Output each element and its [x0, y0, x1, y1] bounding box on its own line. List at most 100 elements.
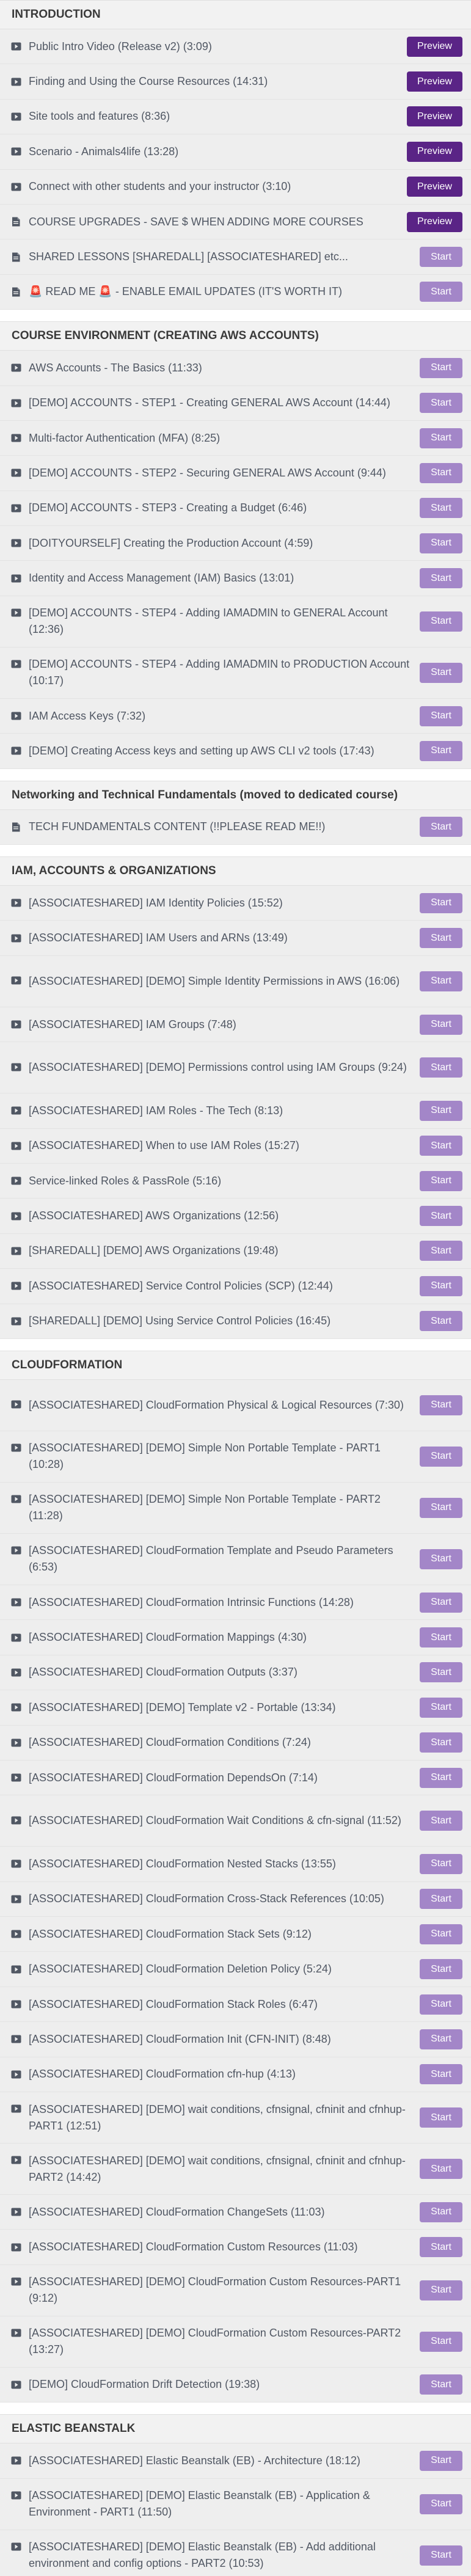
start-button[interactable]: Start: [420, 1136, 462, 1156]
lecture-item[interactable]: [ASSOCIATESHARED] CloudFormation Init (C…: [0, 2022, 471, 2057]
start-button[interactable]: Start: [420, 533, 462, 553]
start-button[interactable]: Start: [420, 611, 462, 632]
lecture-item[interactable]: Scenario - Animals4life (13:28) Preview: [0, 134, 471, 170]
start-button[interactable]: Start: [420, 2494, 462, 2514]
lecture-item[interactable]: [ASSOCIATESHARED] [DEMO] Template v2 - P…: [0, 1690, 471, 1726]
start-button[interactable]: Start: [420, 498, 462, 519]
start-button[interactable]: Start: [420, 1057, 462, 1078]
start-button[interactable]: Start: [420, 1100, 462, 1121]
start-button[interactable]: Start: [420, 928, 462, 949]
start-button[interactable]: Start: [420, 1592, 462, 1613]
lecture-item[interactable]: TECH FUNDAMENTALS CONTENT (!!PLEASE READ…: [0, 810, 471, 845]
lecture-item[interactable]: 🚨 READ ME 🚨 - ENABLE EMAIL UPDATES (IT'S…: [0, 275, 471, 310]
lecture-item[interactable]: Multi-factor Authentication (MFA) (8:25)…: [0, 421, 471, 456]
lecture-item[interactable]: [ASSOCIATESHARED] [DEMO] wait conditions…: [0, 2144, 471, 2195]
start-button[interactable]: Start: [420, 2374, 462, 2395]
lecture-item[interactable]: [ASSOCIATESHARED] IAM Users and ARNs (13…: [0, 921, 471, 956]
start-button[interactable]: Start: [420, 1627, 462, 1648]
start-button[interactable]: Start: [420, 1497, 462, 1518]
start-button[interactable]: Start: [420, 1732, 462, 1753]
lecture-item[interactable]: [ASSOCIATESHARED] CloudFormation Cross-S…: [0, 1882, 471, 1917]
start-button[interactable]: Start: [420, 1889, 462, 1910]
start-button[interactable]: Start: [420, 1206, 462, 1227]
lecture-item[interactable]: [ASSOCIATESHARED] CloudFormation Custom …: [0, 2230, 471, 2265]
lecture-item[interactable]: [ASSOCIATESHARED] CloudFormation Nested …: [0, 1847, 471, 1882]
start-button[interactable]: Start: [420, 282, 462, 302]
start-button[interactable]: Start: [420, 1697, 462, 1718]
lecture-item[interactable]: [ASSOCIATESHARED] [DEMO] Simple Identity…: [0, 956, 471, 1007]
start-button[interactable]: Start: [420, 247, 462, 268]
lecture-item[interactable]: [ASSOCIATESHARED] CloudFormation ChangeS…: [0, 2195, 471, 2230]
start-button[interactable]: Start: [420, 2159, 462, 2180]
lecture-item[interactable]: [DEMO] ACCOUNTS - STEP1 - Creating GENER…: [0, 386, 471, 421]
start-button[interactable]: Start: [420, 357, 462, 378]
lecture-item[interactable]: [ASSOCIATESHARED] CloudFormation Intrins…: [0, 1585, 471, 1621]
preview-button[interactable]: Preview: [407, 211, 462, 232]
start-button[interactable]: Start: [420, 1549, 462, 1569]
start-button[interactable]: Start: [420, 2202, 462, 2222]
lecture-item[interactable]: [ASSOCIATESHARED] CloudFormation Depends…: [0, 1761, 471, 1796]
start-button[interactable]: Start: [420, 2331, 462, 2352]
lecture-item[interactable]: [ASSOCIATESHARED] IAM Groups (7:48) Start: [0, 1007, 471, 1043]
lecture-item[interactable]: [ASSOCIATESHARED] CloudFormation Physica…: [0, 1380, 471, 1431]
lecture-item[interactable]: [ASSOCIATESHARED] IAM Roles - The Tech (…: [0, 1093, 471, 1129]
start-button[interactable]: Start: [420, 568, 462, 589]
lecture-item[interactable]: Site tools and features (8:36) Preview: [0, 100, 471, 135]
preview-button[interactable]: Preview: [407, 71, 462, 92]
lecture-item[interactable]: [SHAREDALL] [DEMO] Using Service Control…: [0, 1304, 471, 1339]
lecture-item[interactable]: [ASSOCIATESHARED] CloudFormation Stack R…: [0, 1987, 471, 2023]
start-button[interactable]: Start: [420, 971, 462, 991]
lecture-item[interactable]: Identity and Access Management (IAM) Bas…: [0, 561, 471, 596]
start-button[interactable]: Start: [420, 1395, 462, 1415]
start-button[interactable]: Start: [420, 1446, 462, 1467]
preview-button[interactable]: Preview: [407, 177, 462, 197]
lecture-item[interactable]: [ASSOCIATESHARED] CloudFormation Stack S…: [0, 1917, 471, 1952]
lecture-item[interactable]: [ASSOCIATESHARED] [DEMO] Elastic Beansta…: [0, 2530, 471, 2576]
start-button[interactable]: Start: [420, 2545, 462, 2566]
lecture-item[interactable]: [ASSOCIATESHARED] CloudFormation Templat…: [0, 1534, 471, 1585]
lecture-item[interactable]: [ASSOCIATESHARED] CloudFormation Wait Co…: [0, 1795, 471, 1847]
start-button[interactable]: Start: [420, 2029, 462, 2049]
start-button[interactable]: Start: [420, 817, 462, 837]
lecture-item[interactable]: AWS Accounts - The Basics (11:33) Start: [0, 351, 471, 386]
lecture-item[interactable]: SHARED LESSONS [SHAREDALL] [ASSOCIATESHA…: [0, 239, 471, 275]
lecture-item[interactable]: [ASSOCIATESHARED] CloudFormation Outputs…: [0, 1655, 471, 1691]
lecture-item[interactable]: [DEMO] ACCOUNTS - STEP2 - Securing GENER…: [0, 456, 471, 491]
lecture-item[interactable]: [ASSOCIATESHARED] [DEMO] Permissions con…: [0, 1042, 471, 1094]
start-button[interactable]: Start: [420, 1811, 462, 1831]
start-button[interactable]: Start: [420, 662, 462, 683]
start-button[interactable]: Start: [420, 393, 462, 414]
lecture-item[interactable]: [ASSOCIATESHARED] [DEMO] Elastic Beansta…: [0, 2479, 471, 2530]
start-button[interactable]: Start: [420, 1959, 462, 1980]
lecture-item[interactable]: IAM Access Keys (7:32) Start: [0, 699, 471, 734]
start-button[interactable]: Start: [420, 1924, 462, 1944]
lecture-item[interactable]: [SHAREDALL] [DEMO] AWS Organizations (19…: [0, 1234, 471, 1269]
start-button[interactable]: Start: [420, 1662, 462, 1683]
lecture-item[interactable]: Finding and Using the Course Resources (…: [0, 64, 471, 100]
preview-button[interactable]: Preview: [407, 36, 462, 57]
lecture-item[interactable]: COURSE UPGRADES - SAVE $ WHEN ADDING MOR…: [0, 205, 471, 240]
start-button[interactable]: Start: [420, 1275, 462, 1296]
start-button[interactable]: Start: [420, 1994, 462, 2015]
start-button[interactable]: Start: [420, 1767, 462, 1788]
lecture-item[interactable]: [ASSOCIATESHARED] [DEMO] wait conditions…: [0, 2092, 471, 2144]
lecture-item[interactable]: [ASSOCIATESHARED] [DEMO] Simple Non Port…: [0, 1483, 471, 1534]
lecture-item[interactable]: Service-linked Roles & PassRole (5:16) St…: [0, 1164, 471, 1199]
start-button[interactable]: Start: [420, 892, 462, 913]
start-button[interactable]: Start: [420, 1170, 462, 1191]
lecture-item[interactable]: [DEMO] ACCOUNTS - STEP4 - Adding IAMADMI…: [0, 596, 471, 648]
lecture-item[interactable]: [ASSOCIATESHARED] CloudFormation Deletio…: [0, 1952, 471, 1987]
start-button[interactable]: Start: [420, 1014, 462, 1035]
lecture-item[interactable]: [ASSOCIATESHARED] Service Control Polici…: [0, 1269, 471, 1304]
preview-button[interactable]: Preview: [407, 106, 462, 127]
start-button[interactable]: Start: [420, 1853, 462, 1874]
lecture-item[interactable]: Connect with other students and your ins…: [0, 170, 471, 205]
lecture-item[interactable]: [ASSOCIATESHARED] [DEMO] CloudFormation …: [0, 2265, 471, 2316]
lecture-item[interactable]: [ASSOCIATESHARED] [DEMO] Simple Non Port…: [0, 1431, 471, 1483]
start-button[interactable]: Start: [420, 706, 462, 726]
lecture-item[interactable]: [ASSOCIATESHARED] CloudFormation Mapping…: [0, 1620, 471, 1655]
lecture-item[interactable]: [DOITYOURSELF] Creating the Production A…: [0, 526, 471, 561]
start-button[interactable]: Start: [420, 740, 462, 761]
lecture-item[interactable]: [ASSOCIATESHARED] [DEMO] CloudFormation …: [0, 2316, 471, 2368]
start-button[interactable]: Start: [420, 462, 462, 483]
